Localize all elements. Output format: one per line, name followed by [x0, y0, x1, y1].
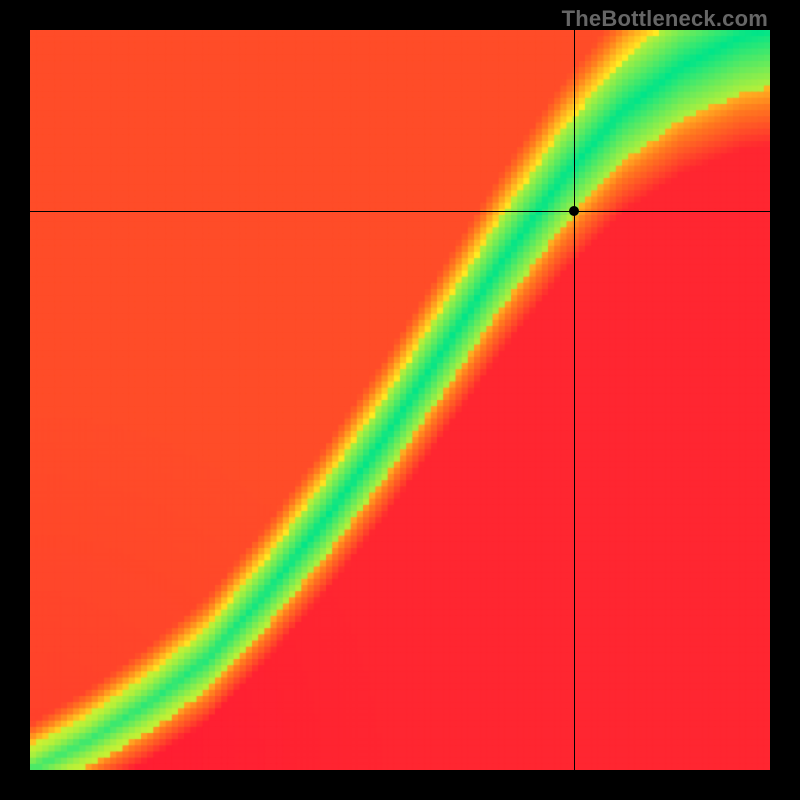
- selection-marker[interactable]: [569, 206, 579, 216]
- crosshair-vertical: [574, 30, 575, 770]
- chart-container: TheBottleneck.com: [0, 0, 800, 800]
- crosshair-horizontal: [30, 211, 770, 212]
- watermark: TheBottleneck.com: [562, 6, 768, 32]
- bottleneck-heatmap: [30, 30, 770, 770]
